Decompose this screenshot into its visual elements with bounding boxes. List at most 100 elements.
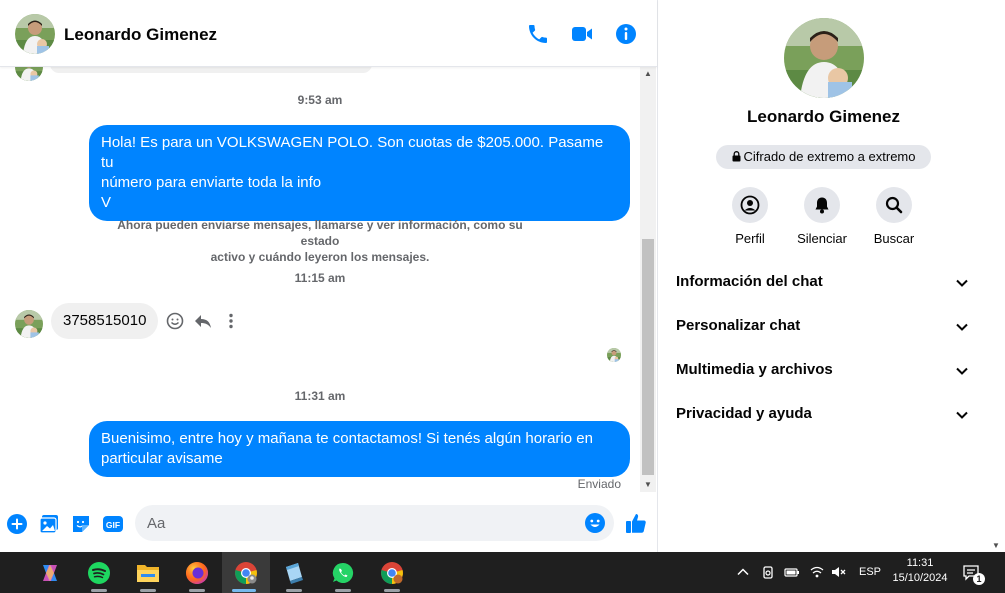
section-label: Privacidad y ayuda <box>676 405 812 422</box>
profile-icon <box>740 195 760 215</box>
system-message-text: activo y cuándo leyeron los mensajes. <box>210 250 430 264</box>
encryption-label: Cifrado de extremo a extremo <box>743 149 916 164</box>
search-icon <box>885 196 903 214</box>
message-text: V <box>101 194 112 211</box>
taskbar-app-notes[interactable] <box>272 552 316 593</box>
contact-avatar[interactable] <box>15 14 55 54</box>
seen-avatar <box>607 348 621 362</box>
composer: GIF <box>0 497 657 552</box>
taskbar-whatsapp[interactable] <box>321 552 365 593</box>
firefox-icon <box>186 561 208 584</box>
gallery-icon[interactable] <box>38 513 60 535</box>
reply-icon[interactable] <box>193 311 213 331</box>
notes-icon <box>286 562 303 584</box>
copilot-icon <box>43 564 57 581</box>
message-bubble-outgoing[interactable]: Buenisimo, entre hoy y mañana te contact… <box>89 421 630 477</box>
chat-pane: Leonardo Gimenez 9:53 am Hola! Es para u… <box>0 0 658 552</box>
taskbar-spotify[interactable] <box>77 552 121 593</box>
timestamp: 9:53 am <box>297 93 343 107</box>
phone-icon[interactable] <box>526 22 550 46</box>
clock-date: 15/10/2024 <box>892 572 948 584</box>
section-media-files[interactable]: Multimedia y archivos <box>666 349 976 393</box>
scroll-thumb[interactable] <box>642 239 654 475</box>
scroll-down-arrow[interactable]: ▼ <box>640 478 656 492</box>
page-scrollbar[interactable]: ▼ <box>989 0 1005 552</box>
folder-icon <box>137 564 159 582</box>
chevron-down-icon <box>956 411 968 419</box>
taskbar-chrome-active[interactable] <box>222 552 270 593</box>
sticker-icon[interactable] <box>70 513 92 535</box>
lock-icon <box>732 151 741 162</box>
section-label: Multimedia y archivos <box>676 361 833 378</box>
contact-avatar-small[interactable] <box>15 310 43 338</box>
info-icon[interactable] <box>614 22 638 46</box>
running-indicator <box>384 589 400 592</box>
message-text: particular avisame <box>101 450 223 467</box>
taskbar-chrome-2[interactable] <box>370 552 414 593</box>
message-input-wrap <box>135 505 614 541</box>
taskbar-firefox[interactable] <box>175 552 219 593</box>
section-privacy-help[interactable]: Privacidad y ayuda <box>666 393 976 437</box>
clock[interactable]: 11:31 15/10/2024 <box>889 557 951 584</box>
windows-taskbar: ESP 11:31 15/10/2024 1 <box>0 552 1005 593</box>
timestamp: 11:15 am <box>294 271 346 285</box>
chevron-down-icon <box>956 323 968 331</box>
contact-name[interactable]: Leonardo Gimenez <box>64 25 217 45</box>
chat-header: Leonardo Gimenez <box>0 0 657 67</box>
chevron-up-icon[interactable] <box>735 564 751 580</box>
message-text: 3758515010 <box>63 312 147 329</box>
react-emoji-icon[interactable] <box>165 311 185 331</box>
encryption-badge[interactable]: Cifrado de extremo a extremo <box>716 145 931 169</box>
taskbar-copilot[interactable] <box>28 552 72 593</box>
profile-action-label: Perfil <box>735 231 765 246</box>
message-list[interactable]: 9:53 am Hola! Es para un VOLKSWAGEN POLO… <box>0 67 640 492</box>
scroll-down-arrow[interactable]: ▼ <box>992 541 1000 550</box>
volume-muted-icon[interactable] <box>831 564 847 580</box>
chat-details-panel: Leonardo Gimenez Cifrado de extremo a ex… <box>658 0 989 552</box>
message-text: Hola! Es para un VOLKSWAGEN POLO. Son cu… <box>101 134 604 171</box>
notification-count-badge: 1 <box>973 573 985 585</box>
message-scrollbar[interactable]: ▲ ▼ <box>640 67 656 492</box>
running-indicator <box>232 589 256 592</box>
gif-icon[interactable]: GIF <box>102 513 124 535</box>
battery-icon[interactable] <box>784 564 800 580</box>
profile-name: Leonardo Gimenez <box>746 107 901 126</box>
search-action-button[interactable]: Buscar <box>858 187 930 246</box>
like-thumbs-up-icon[interactable] <box>624 511 648 535</box>
message-input[interactable] <box>147 505 577 541</box>
more-options-icon[interactable] <box>221 311 241 331</box>
taskbar-widgets-button[interactable] <box>0 552 8 593</box>
running-indicator <box>189 589 205 592</box>
add-plus-icon[interactable] <box>6 513 28 535</box>
system-message-text: Ahora pueden enviarse mensajes, llamarse… <box>117 218 523 248</box>
chrome-icon <box>235 561 257 584</box>
scroll-up-arrow[interactable]: ▲ <box>640 67 656 81</box>
section-chat-info[interactable]: Información del chat <box>666 261 976 305</box>
wifi-icon[interactable] <box>809 564 825 580</box>
contact-avatar-small <box>15 67 43 81</box>
spotify-icon <box>88 561 110 584</box>
running-indicator <box>91 589 107 592</box>
mute-action-button[interactable]: Silenciar <box>786 187 858 246</box>
section-customize-chat[interactable]: Personalizar chat <box>666 305 976 349</box>
section-label: Información del chat <box>676 273 823 290</box>
whatsapp-icon <box>332 562 354 583</box>
message-bubble-incoming[interactable]: 3758515010 <box>51 303 159 339</box>
message-bubble-incoming-partial[interactable] <box>50 67 372 73</box>
section-label: Personalizar chat <box>676 317 801 334</box>
clock-time: 11:31 <box>906 557 934 569</box>
timestamp: 11:31 am <box>294 389 346 403</box>
chevron-down-icon <box>956 279 968 287</box>
message-text: número para enviarte toda la info <box>101 174 322 191</box>
message-bubble-outgoing[interactable]: Hola! Es para un VOLKSWAGEN POLO. Son cu… <box>89 125 630 221</box>
device-icon[interactable] <box>760 564 776 580</box>
profile-avatar-large[interactable] <box>784 18 864 98</box>
taskbar-file-explorer[interactable] <box>126 552 170 593</box>
message-text: Buenisimo, entre hoy y mañana te contact… <box>101 430 593 447</box>
language-indicator[interactable]: ESP <box>859 566 881 578</box>
video-camera-icon[interactable] <box>570 22 594 46</box>
running-indicator <box>140 589 156 592</box>
delivery-status: Enviado <box>577 477 621 491</box>
emoji-icon[interactable] <box>584 512 606 534</box>
profile-action-button[interactable]: Perfil <box>714 187 786 246</box>
